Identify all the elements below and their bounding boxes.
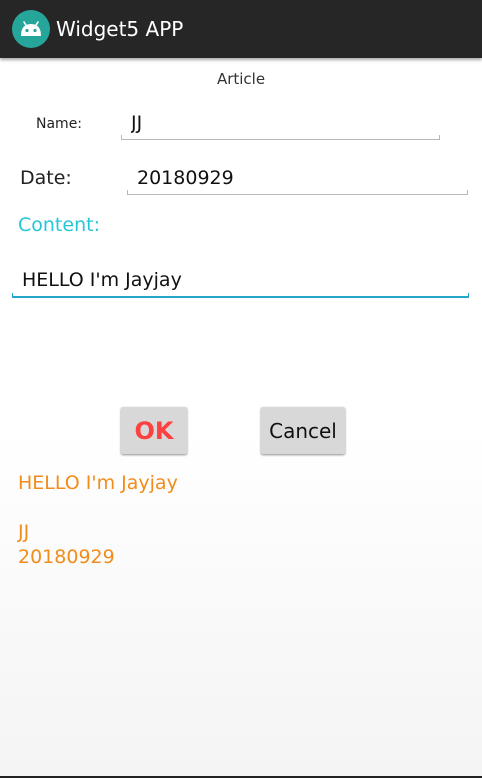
name-field[interactable] [121, 108, 440, 140]
ok-button[interactable]: OK [121, 407, 187, 454]
date-field[interactable] [127, 163, 468, 195]
output-content-text: HELLO I'm Jayjay [18, 472, 178, 494]
app-title: Widget5 APP [56, 17, 184, 41]
output-date-text: 20180929 [18, 546, 115, 568]
content-input[interactable] [22, 267, 462, 293]
app-screen: Widget5 APP Article Name: Date: Content:… [0, 0, 482, 778]
name-input[interactable] [131, 110, 431, 136]
content-label: Content: [18, 214, 100, 236]
date-input[interactable] [137, 165, 457, 191]
name-label: Name: [36, 116, 83, 132]
content-field[interactable] [12, 264, 469, 298]
date-label: Date: [20, 167, 72, 189]
android-icon [12, 10, 50, 48]
output-name-text: JJ [18, 521, 30, 543]
page-heading: Article [216, 70, 266, 88]
content-underline [12, 293, 469, 298]
action-bar: Widget5 APP [0, 0, 482, 58]
cancel-button[interactable]: Cancel [261, 407, 345, 454]
name-underline [121, 135, 440, 140]
date-underline [127, 190, 468, 195]
